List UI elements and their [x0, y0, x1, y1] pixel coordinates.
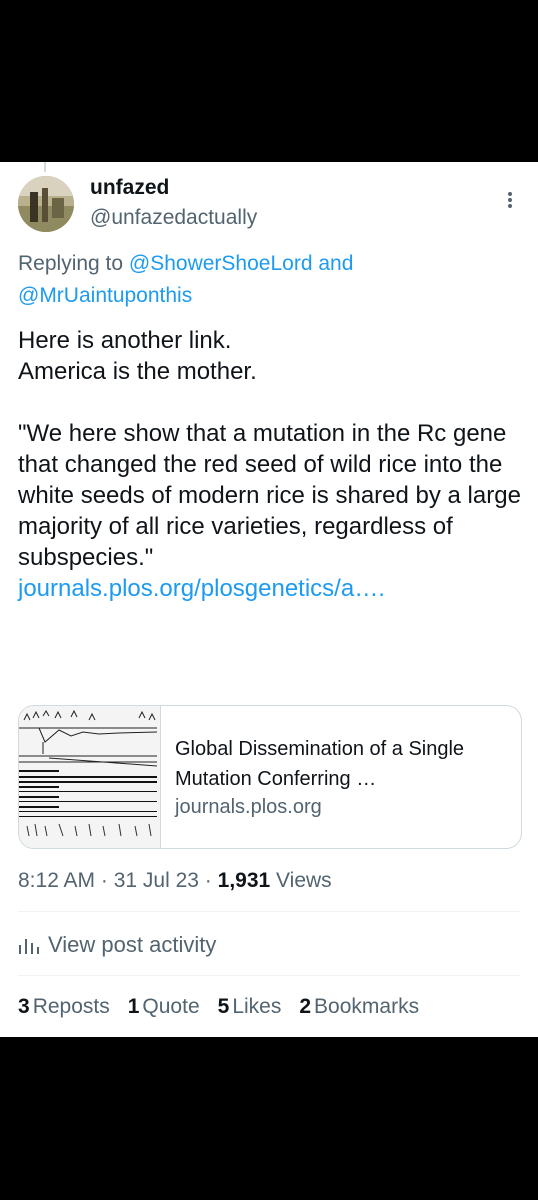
bookmarks-count: 2	[299, 995, 312, 1018]
more-options-icon[interactable]	[498, 188, 522, 212]
reply-and: and	[312, 252, 354, 275]
avatar[interactable]	[18, 176, 74, 232]
tweet-time[interactable]: 8:12 AM	[18, 869, 95, 892]
link-card-title[interactable]: Global Dissemination of a Single Mutatio…	[175, 734, 510, 794]
divider	[18, 911, 520, 912]
reposts-count: 3	[18, 995, 30, 1018]
tweet-date[interactable]: 31 Jul 23	[114, 869, 199, 892]
replying-to: Replying to @ShowerShoeLord and @MrUaint…	[18, 248, 518, 312]
views-label: Views	[270, 869, 332, 892]
quotes-stat[interactable]: 1 Quote	[128, 995, 200, 1019]
likes-label: Likes	[232, 995, 282, 1018]
tweet-meta: 8:12 AM · 31 Jul 23 · 1,931 Views	[18, 869, 332, 893]
tweet-body: Here is another link. America is the mot…	[18, 325, 523, 604]
link-thumbnail	[19, 706, 161, 848]
display-name[interactable]: unfazed	[90, 176, 169, 200]
mention-showershoelord[interactable]: @ShowerShoeLord	[129, 252, 313, 275]
bookmarks-label: Bookmarks	[314, 995, 420, 1018]
view-post-activity-label: View post activity	[48, 932, 217, 957]
reposts-stat[interactable]: 3 Reposts	[18, 995, 110, 1019]
engagement-stats: 3 Reposts 1 Quote 5 Likes 2 Bookmarks	[18, 995, 437, 1019]
quotes-count: 1	[127, 995, 140, 1018]
quotes-label: Quote	[142, 995, 200, 1018]
user-handle[interactable]: @unfazedactually	[90, 206, 257, 230]
likes-count: 5	[217, 995, 230, 1018]
divider	[18, 975, 520, 976]
view-post-activity[interactable]: View post activity	[18, 932, 216, 958]
meta-dot-2: ·	[198, 869, 218, 892]
views-count: 1,931	[217, 869, 271, 892]
mention-mruaintuponthis[interactable]: @MrUaintuponthis	[18, 284, 192, 307]
meta-dot-1: ·	[95, 869, 114, 892]
reposts-label: Reposts	[32, 995, 110, 1018]
link-card-domain: journals.plos.org	[175, 796, 322, 818]
tweet-link[interactable]: journals.plos.org/plosgenetics/a….	[18, 575, 385, 602]
likes-stat[interactable]: 5 Likes	[218, 995, 282, 1019]
replying-prefix: Replying to	[18, 252, 129, 275]
tweet-card: unfazed @unfazedactually Replying to @Sh…	[0, 162, 538, 1037]
bar-chart-icon	[19, 939, 39, 954]
thread-line	[44, 162, 46, 172]
link-preview-card[interactable]: Global Dissemination of a Single Mutatio…	[18, 705, 522, 849]
tweet-text: Here is another link. America is the mot…	[18, 327, 521, 571]
bookmarks-stat[interactable]: 2 Bookmarks	[299, 995, 419, 1019]
